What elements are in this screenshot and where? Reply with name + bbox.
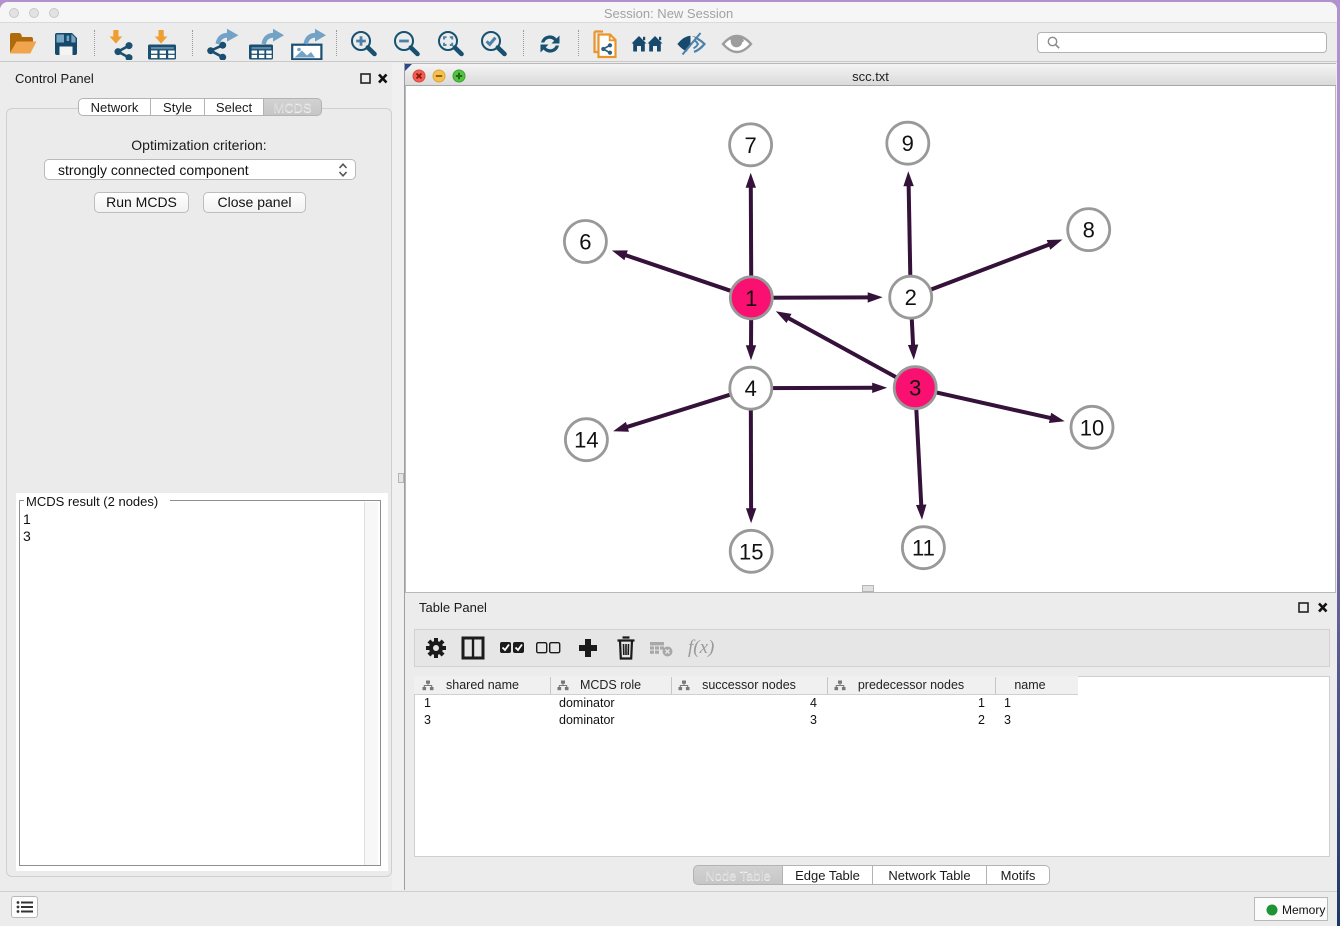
svg-text:9: 9 [902,131,914,156]
svg-text:15: 15 [739,539,763,564]
svg-text:3: 3 [909,376,921,401]
svg-text:11: 11 [912,536,935,561]
svg-text:8: 8 [1083,218,1095,243]
svg-text:4: 4 [745,376,757,401]
svg-text:2: 2 [905,285,917,310]
svg-text:14: 14 [574,428,598,453]
svg-text:1: 1 [745,286,757,311]
svg-text:7: 7 [744,133,756,158]
svg-text:6: 6 [579,230,591,255]
svg-text:10: 10 [1080,415,1104,440]
